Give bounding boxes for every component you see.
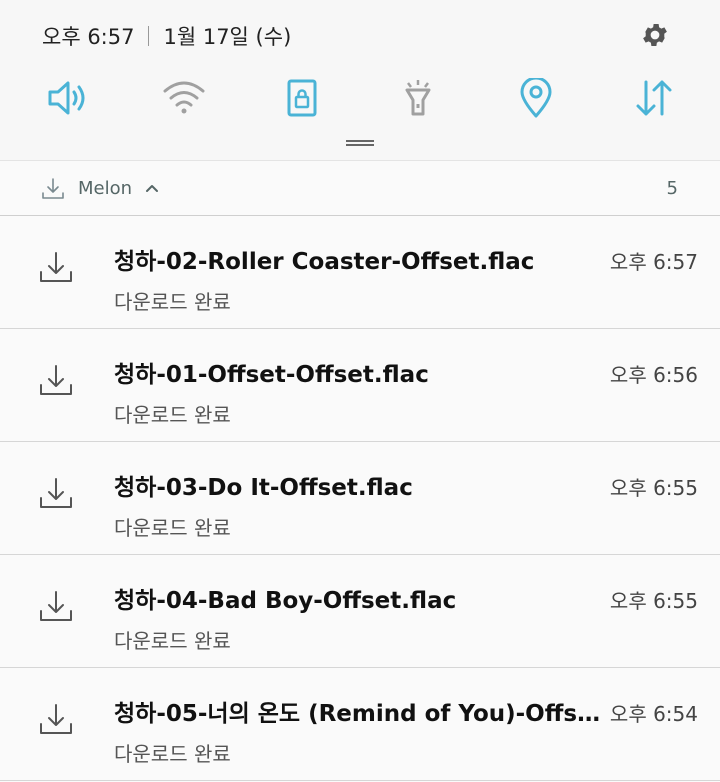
download-icon [40, 365, 72, 395]
quick-toggle-sound[interactable] [45, 78, 89, 118]
quick-toggle-data-sync[interactable] [632, 78, 676, 118]
notification-subtitle: 다운로드 완료 [114, 742, 231, 766]
gear-icon [643, 24, 667, 46]
notification-shade-header: 오후 6:57 1월 17일 (수) [0, 0, 720, 160]
notification-time: 오후 6:55 [609, 476, 698, 500]
screen-lock-icon [287, 79, 317, 117]
notification-time: 오후 6:55 [609, 589, 698, 613]
group-app-name: Melon [78, 178, 133, 199]
quick-toggle-screen-lock[interactable] [280, 78, 324, 118]
notification-time: 오후 6:57 [609, 250, 698, 274]
notification-group-header[interactable]: Melon 5 [0, 160, 720, 216]
date: 1월 17일 (수) [163, 25, 292, 49]
notification-subtitle: 다운로드 완료 [114, 403, 231, 427]
notification-subtitle: 다운로드 완료 [114, 516, 231, 540]
quick-toggle-flashlight[interactable] [396, 78, 440, 118]
notification-item[interactable]: 청하-01-Offset-Offset.flac 다운로드 완료 오후 6:56 [0, 329, 720, 442]
data-sync-icon [636, 80, 672, 116]
flashlight-icon [405, 80, 431, 116]
notification-title: 청하-04-Bad Boy-Offset.flac [114, 588, 457, 614]
quick-toggle-wifi[interactable] [162, 78, 206, 118]
divider [148, 26, 150, 46]
notification-item[interactable]: 청하-04-Bad Boy-Offset.flac 다운로드 완료 오후 6:5… [0, 555, 720, 668]
download-icon [40, 591, 72, 621]
notification-time: 오후 6:56 [609, 363, 698, 387]
clock: 오후 6:57 [42, 25, 135, 49]
notification-time: 오후 6:54 [609, 702, 698, 726]
notification-item[interactable]: 청하-02-Roller Coaster-Offset.flac 다운로드 완료… [0, 216, 720, 329]
chevron-up-icon[interactable] [142, 178, 162, 198]
notification-item[interactable]: 청하-03-Do It-Offset.flac 다운로드 완료 오후 6:55 [0, 442, 720, 555]
download-icon [40, 704, 72, 734]
settings-button[interactable] [640, 20, 670, 50]
download-icon [42, 178, 64, 199]
location-icon [520, 78, 552, 118]
download-icon [40, 478, 72, 508]
notification-title: 청하-03-Do It-Offset.flac [114, 475, 413, 501]
status-line: 오후 6:57 1월 17일 (수) [42, 22, 291, 50]
notification-title: 청하-05-너의 온도 (Remind of You)-Offset.flac [114, 701, 604, 727]
sound-icon [48, 81, 85, 115]
notification-subtitle: 다운로드 완료 [114, 290, 231, 314]
notification-title: 청하-02-Roller Coaster-Offset.flac [114, 249, 535, 275]
drag-handle[interactable] [346, 140, 374, 146]
notification-subtitle: 다운로드 완료 [114, 629, 231, 653]
wifi-icon [163, 81, 205, 114]
download-icon [40, 252, 72, 282]
notification-item[interactable]: 청하-05-너의 온도 (Remind of You)-Offset.flac … [0, 668, 720, 781]
notification-title: 청하-01-Offset-Offset.flac [114, 362, 429, 388]
group-count: 5 [666, 178, 678, 199]
notification-panel: Melon 5 청하-02-Roller Coaster-Offset.flac… [0, 160, 720, 782]
quick-toggle-location[interactable] [514, 78, 558, 118]
